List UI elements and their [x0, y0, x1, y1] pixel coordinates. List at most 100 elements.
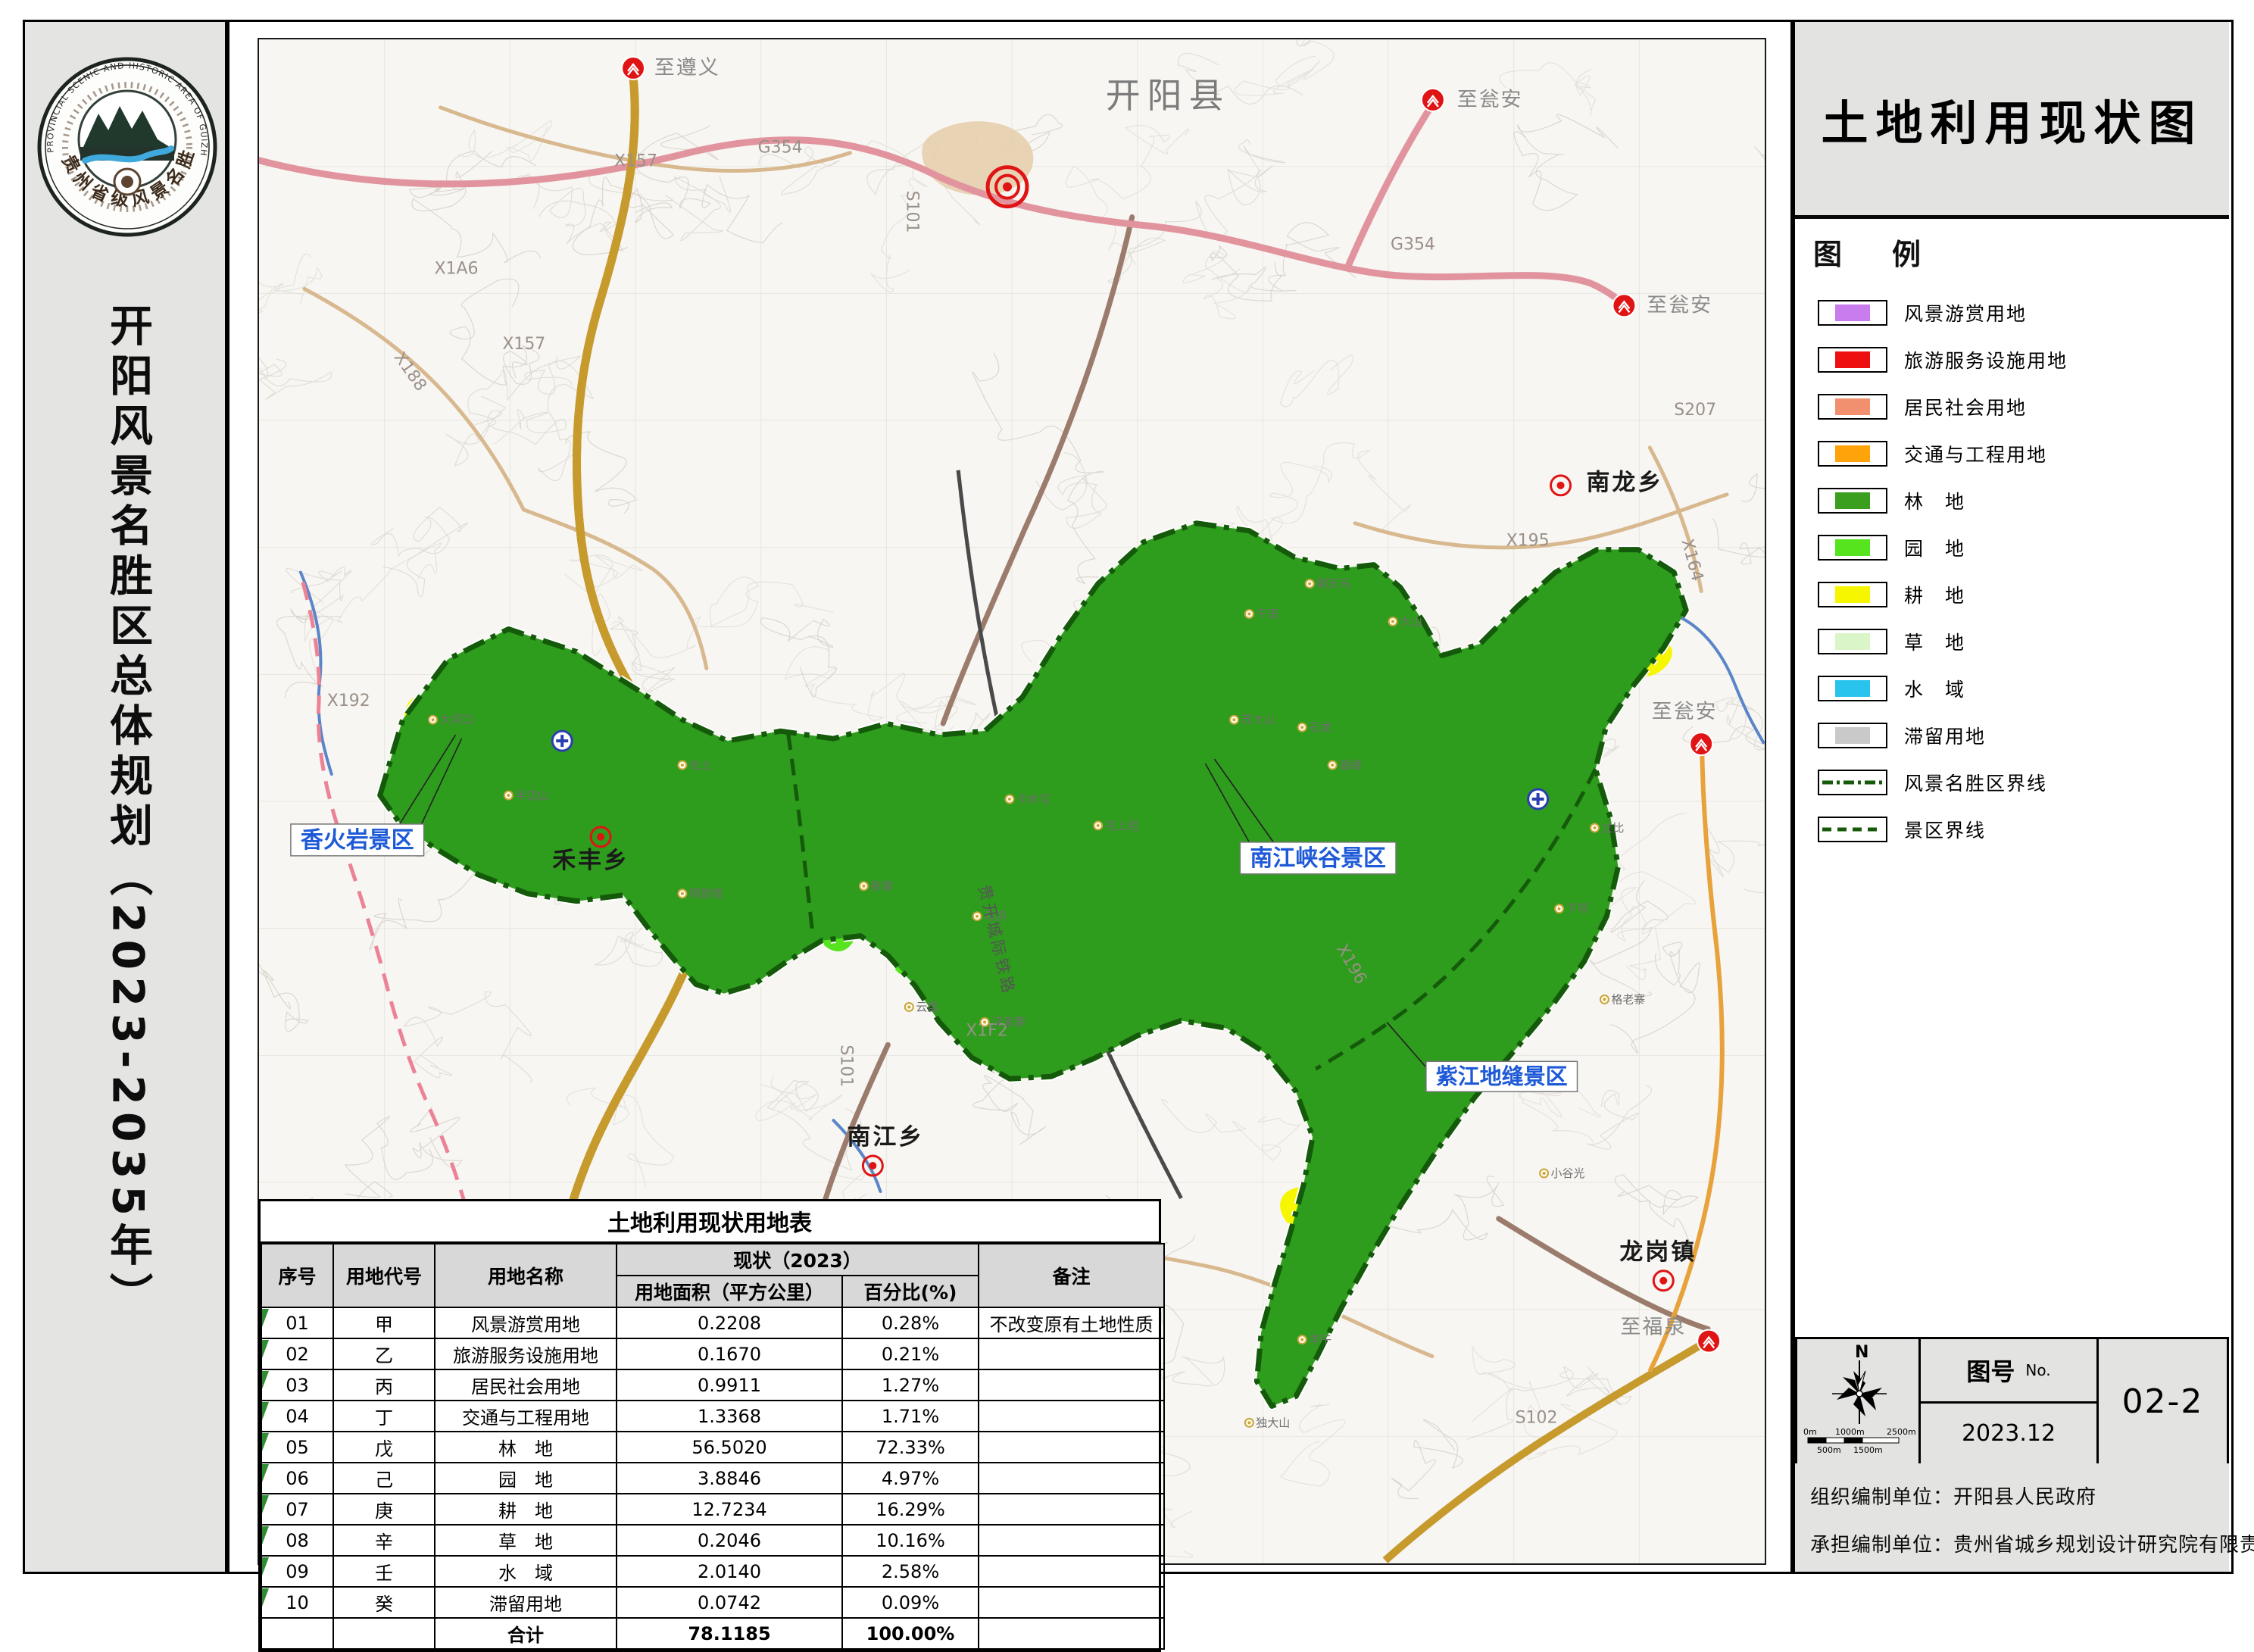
direction-badge: 至福泉 — [1620, 1316, 1720, 1353]
table-cell — [979, 1369, 1164, 1401]
table-total-row: 合计78.1185100.00% — [261, 1618, 1164, 1649]
direction-badge: 至瓮安 — [1612, 293, 1712, 317]
table-row: 08辛草 地0.204610.16% — [261, 1525, 1164, 1556]
table-cell — [979, 1401, 1164, 1432]
legend-color-swatch — [1835, 539, 1870, 556]
map-title: 土地利用现状图 — [1821, 85, 2202, 153]
legend-color-swatch — [1835, 304, 1870, 321]
legend-label: 水 域 — [1904, 675, 1965, 702]
table-cell: 0.28% — [842, 1307, 979, 1338]
legend-label: 草 地 — [1904, 628, 1965, 655]
table-cell — [979, 1463, 1164, 1494]
table-cell: 丁 — [333, 1401, 435, 1432]
direction-label: 至遵义 — [654, 56, 720, 80]
contour-line — [785, 647, 959, 720]
contour-line — [345, 1116, 433, 1198]
col-name: 用地名称 — [435, 1244, 617, 1307]
contour-line — [1706, 829, 1766, 893]
village-marker: 大山 — [1388, 614, 1422, 628]
contour-line — [1587, 1085, 1651, 1149]
road-label: S207 — [1674, 401, 1716, 420]
legend-row: 耕 地 — [1818, 571, 2219, 618]
compass-n-label: N — [1855, 1343, 1868, 1362]
table-cell: 林 地 — [435, 1432, 617, 1463]
village-marker: 小谷光 — [1540, 1166, 1584, 1180]
contour-line — [1280, 355, 1353, 407]
village-label: 半边山 — [515, 789, 549, 802]
road-label: X157 — [502, 335, 545, 354]
col-code: 用地代号 — [333, 1244, 435, 1307]
legend-row: 林 地 — [1818, 477, 2219, 524]
table-cell: 1.71% — [842, 1401, 979, 1432]
table-cell: 居民社会用地 — [435, 1369, 617, 1401]
contour-line — [1281, 38, 1367, 46]
table-cell: 4.97% — [842, 1463, 979, 1494]
road-label: S102 — [1516, 1408, 1558, 1427]
col-area: 用地面积（平方公里） — [617, 1276, 842, 1307]
table-cell: 乙 — [333, 1338, 435, 1369]
village-marker: 干田 — [1245, 607, 1278, 620]
table-cell: 72.33% — [842, 1432, 979, 1463]
direction-label: 至福泉 — [1620, 1316, 1686, 1339]
table-cell: 12.7234 — [617, 1494, 842, 1525]
town-label: 南江乡 — [847, 1123, 924, 1151]
table-row: 06己园 地3.88464.97% — [261, 1463, 1164, 1494]
direction-badge: 至遵义 — [622, 56, 720, 80]
legend-swatch-box — [1818, 300, 1887, 326]
road-label: X157 — [614, 152, 657, 171]
table-cell: 0.1670 — [617, 1338, 842, 1369]
village-marker: 下坝 — [1555, 902, 1588, 916]
legend-label: 林 地 — [1904, 487, 1965, 514]
table-cell: 0.09% — [842, 1587, 979, 1618]
contour-line — [517, 174, 623, 251]
county-built-up-area — [922, 121, 1033, 195]
table-cell: 不改变原有土地性质 — [979, 1307, 1164, 1338]
contour-line — [1162, 1099, 1300, 1160]
credits-block: 组织编制单位：开阳县人民政府 承担编制单位：贵州省城乡规划设计研究院有限责任公司 — [1795, 1463, 2229, 1572]
village-label: 铜鼓坡 — [689, 887, 723, 901]
contour-line — [304, 543, 442, 675]
map-title-block: 土地利用现状图 — [1795, 22, 2229, 219]
scale-bar — [1808, 1438, 1899, 1443]
contour-line — [1235, 38, 1334, 95]
road-label: G354 — [1391, 235, 1435, 254]
figno-no-en: No. — [2025, 1361, 2050, 1379]
table-cell — [979, 1432, 1164, 1463]
contour-line — [258, 348, 332, 399]
table-cell: 2.58% — [842, 1556, 979, 1587]
direction-label: 至瓮安 — [1457, 88, 1523, 111]
table-cell: 10.16% — [842, 1525, 979, 1556]
legend-swatch-box — [1818, 723, 1887, 748]
road-label: S101 — [902, 191, 921, 233]
road-label: X164 — [1677, 537, 1706, 583]
legend-swatch-box — [1818, 817, 1887, 842]
credit-author: 承担编制单位：贵州省城乡规划设计研究院有限责任公司 — [1810, 1529, 2215, 1557]
figure-number-label-cell: 图号 No. — [1918, 1337, 2099, 1404]
village-label: 汪家寨 — [991, 1015, 1026, 1029]
scenic-label: 香火岩景区 — [301, 827, 414, 854]
village-marker: 长土 — [678, 758, 711, 772]
table-row: 07庚耕 地12.723416.29% — [261, 1494, 1164, 1525]
direction-label: 至瓮安 — [1647, 293, 1712, 317]
contour-line — [404, 992, 532, 1082]
legend-swatch-box — [1818, 676, 1887, 701]
table-cell: 16.29% — [842, 1494, 979, 1525]
legend-color-swatch — [1835, 727, 1870, 744]
contour-line — [1227, 166, 1272, 205]
contour-line — [372, 507, 468, 597]
contour-line — [450, 279, 539, 385]
legend-swatch-box — [1818, 347, 1887, 373]
figure-date: 2023.12 — [1962, 1420, 2056, 1447]
contour-line — [756, 1076, 841, 1120]
legend-title: 图 例 — [1813, 231, 1931, 273]
table-cell: 0.21% — [842, 1338, 979, 1369]
table-cell: 01 — [261, 1307, 333, 1338]
village-label: 屯上组 — [1105, 819, 1139, 832]
compass-rose-icon: N 0m 1000m 2500m 500m 1500m — [1797, 1339, 1918, 1463]
contour-line — [1270, 443, 1410, 532]
village-marker: 高峰 — [1328, 758, 1362, 772]
village-label: 苏大山 — [1241, 713, 1275, 726]
legend-row: 草 地 — [1818, 618, 2219, 665]
legend-color-swatch — [1835, 351, 1870, 368]
table-title: 土地利用现状用地表 — [261, 1201, 1159, 1243]
